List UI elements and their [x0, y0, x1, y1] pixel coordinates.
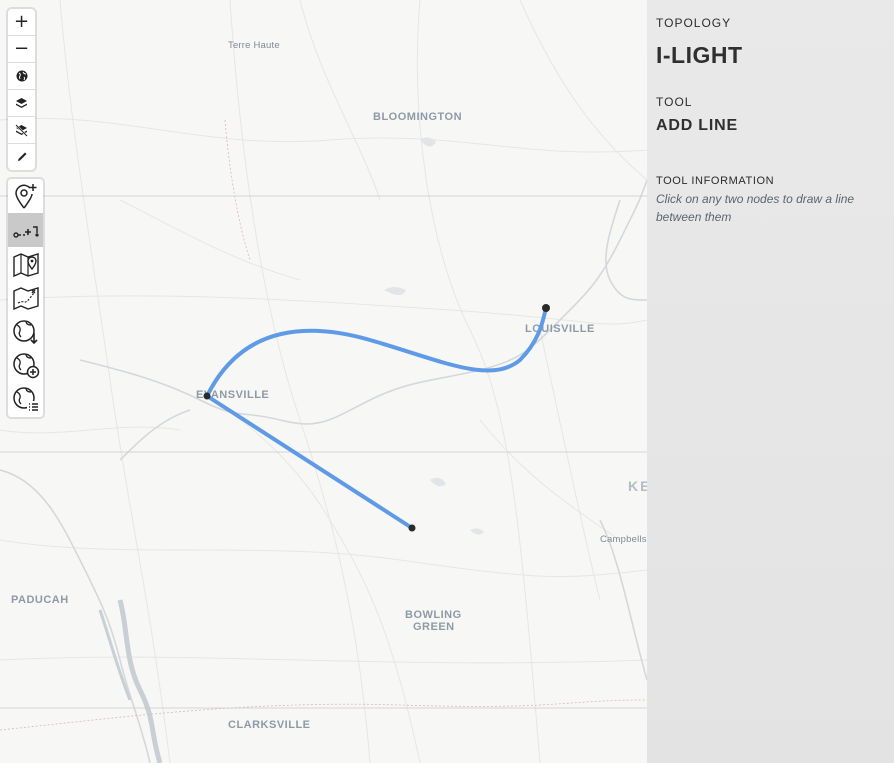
map-canvas[interactable]: Terre Haute BLOOMINGTON LOUISVILLE EVANS…	[0, 0, 647, 763]
app: Terre Haute BLOOMINGTON LOUISVILLE EVANS…	[0, 0, 894, 763]
tool-information-text: Click on any two nodes to draw a line be…	[656, 192, 855, 224]
topology-toolbar	[8, 179, 43, 417]
globe-list-tool-button[interactable]	[8, 383, 43, 417]
topology-line-evansville-louisville[interactable]	[205, 306, 548, 398]
layers-off-button[interactable]	[8, 117, 35, 144]
topology-label: TOPOLOGY	[656, 16, 732, 30]
layers-icon	[16, 97, 27, 108]
side-panel: TOPOLOGY I-LIGHT TOOL ADD LINE TOOL INFO…	[647, 0, 894, 763]
draw-button[interactable]	[8, 144, 35, 170]
globe-button[interactable]	[8, 63, 35, 90]
plus-icon: +	[13, 11, 30, 32]
map-route-tool-button[interactable]	[8, 281, 43, 315]
topology-overlay	[203, 304, 550, 532]
topology-node-south[interactable]	[408, 524, 416, 532]
map-controls: + −	[8, 9, 35, 170]
globe-download-icon	[12, 320, 38, 345]
add-line-icon	[12, 226, 39, 238]
globe-download-tool-button[interactable]	[8, 315, 43, 349]
zoom-in-button[interactable]: +	[8, 9, 35, 36]
topology-name: I-LIGHT	[656, 42, 743, 68]
tool-label: TOOL	[656, 95, 693, 109]
globe-icon	[16, 70, 27, 82]
topology-node-evansville[interactable]	[203, 392, 211, 400]
pencil-icon	[17, 152, 26, 161]
globe-list-icon	[12, 387, 39, 413]
add-line-tool-button[interactable]	[8, 213, 43, 247]
topology-node-louisville[interactable]	[542, 304, 550, 312]
tool-name: ADD LINE	[656, 117, 738, 134]
add-node-icon	[14, 184, 36, 209]
layers-off-icon	[15, 123, 28, 137]
tool-information-label: TOOL INFORMATION	[656, 175, 775, 187]
map-marker-icon	[12, 253, 39, 277]
map-route-icon	[12, 287, 39, 310]
topology-line-evansville-south[interactable]	[205, 394, 414, 530]
zoom-out-button[interactable]: −	[8, 36, 35, 63]
globe-add-tool-button[interactable]	[8, 349, 43, 383]
layers-button[interactable]	[8, 90, 35, 117]
minus-icon: −	[13, 38, 30, 59]
add-node-tool-button[interactable]	[8, 179, 43, 213]
globe-add-icon	[12, 353, 39, 379]
map-marker-tool-button[interactable]	[8, 247, 43, 281]
